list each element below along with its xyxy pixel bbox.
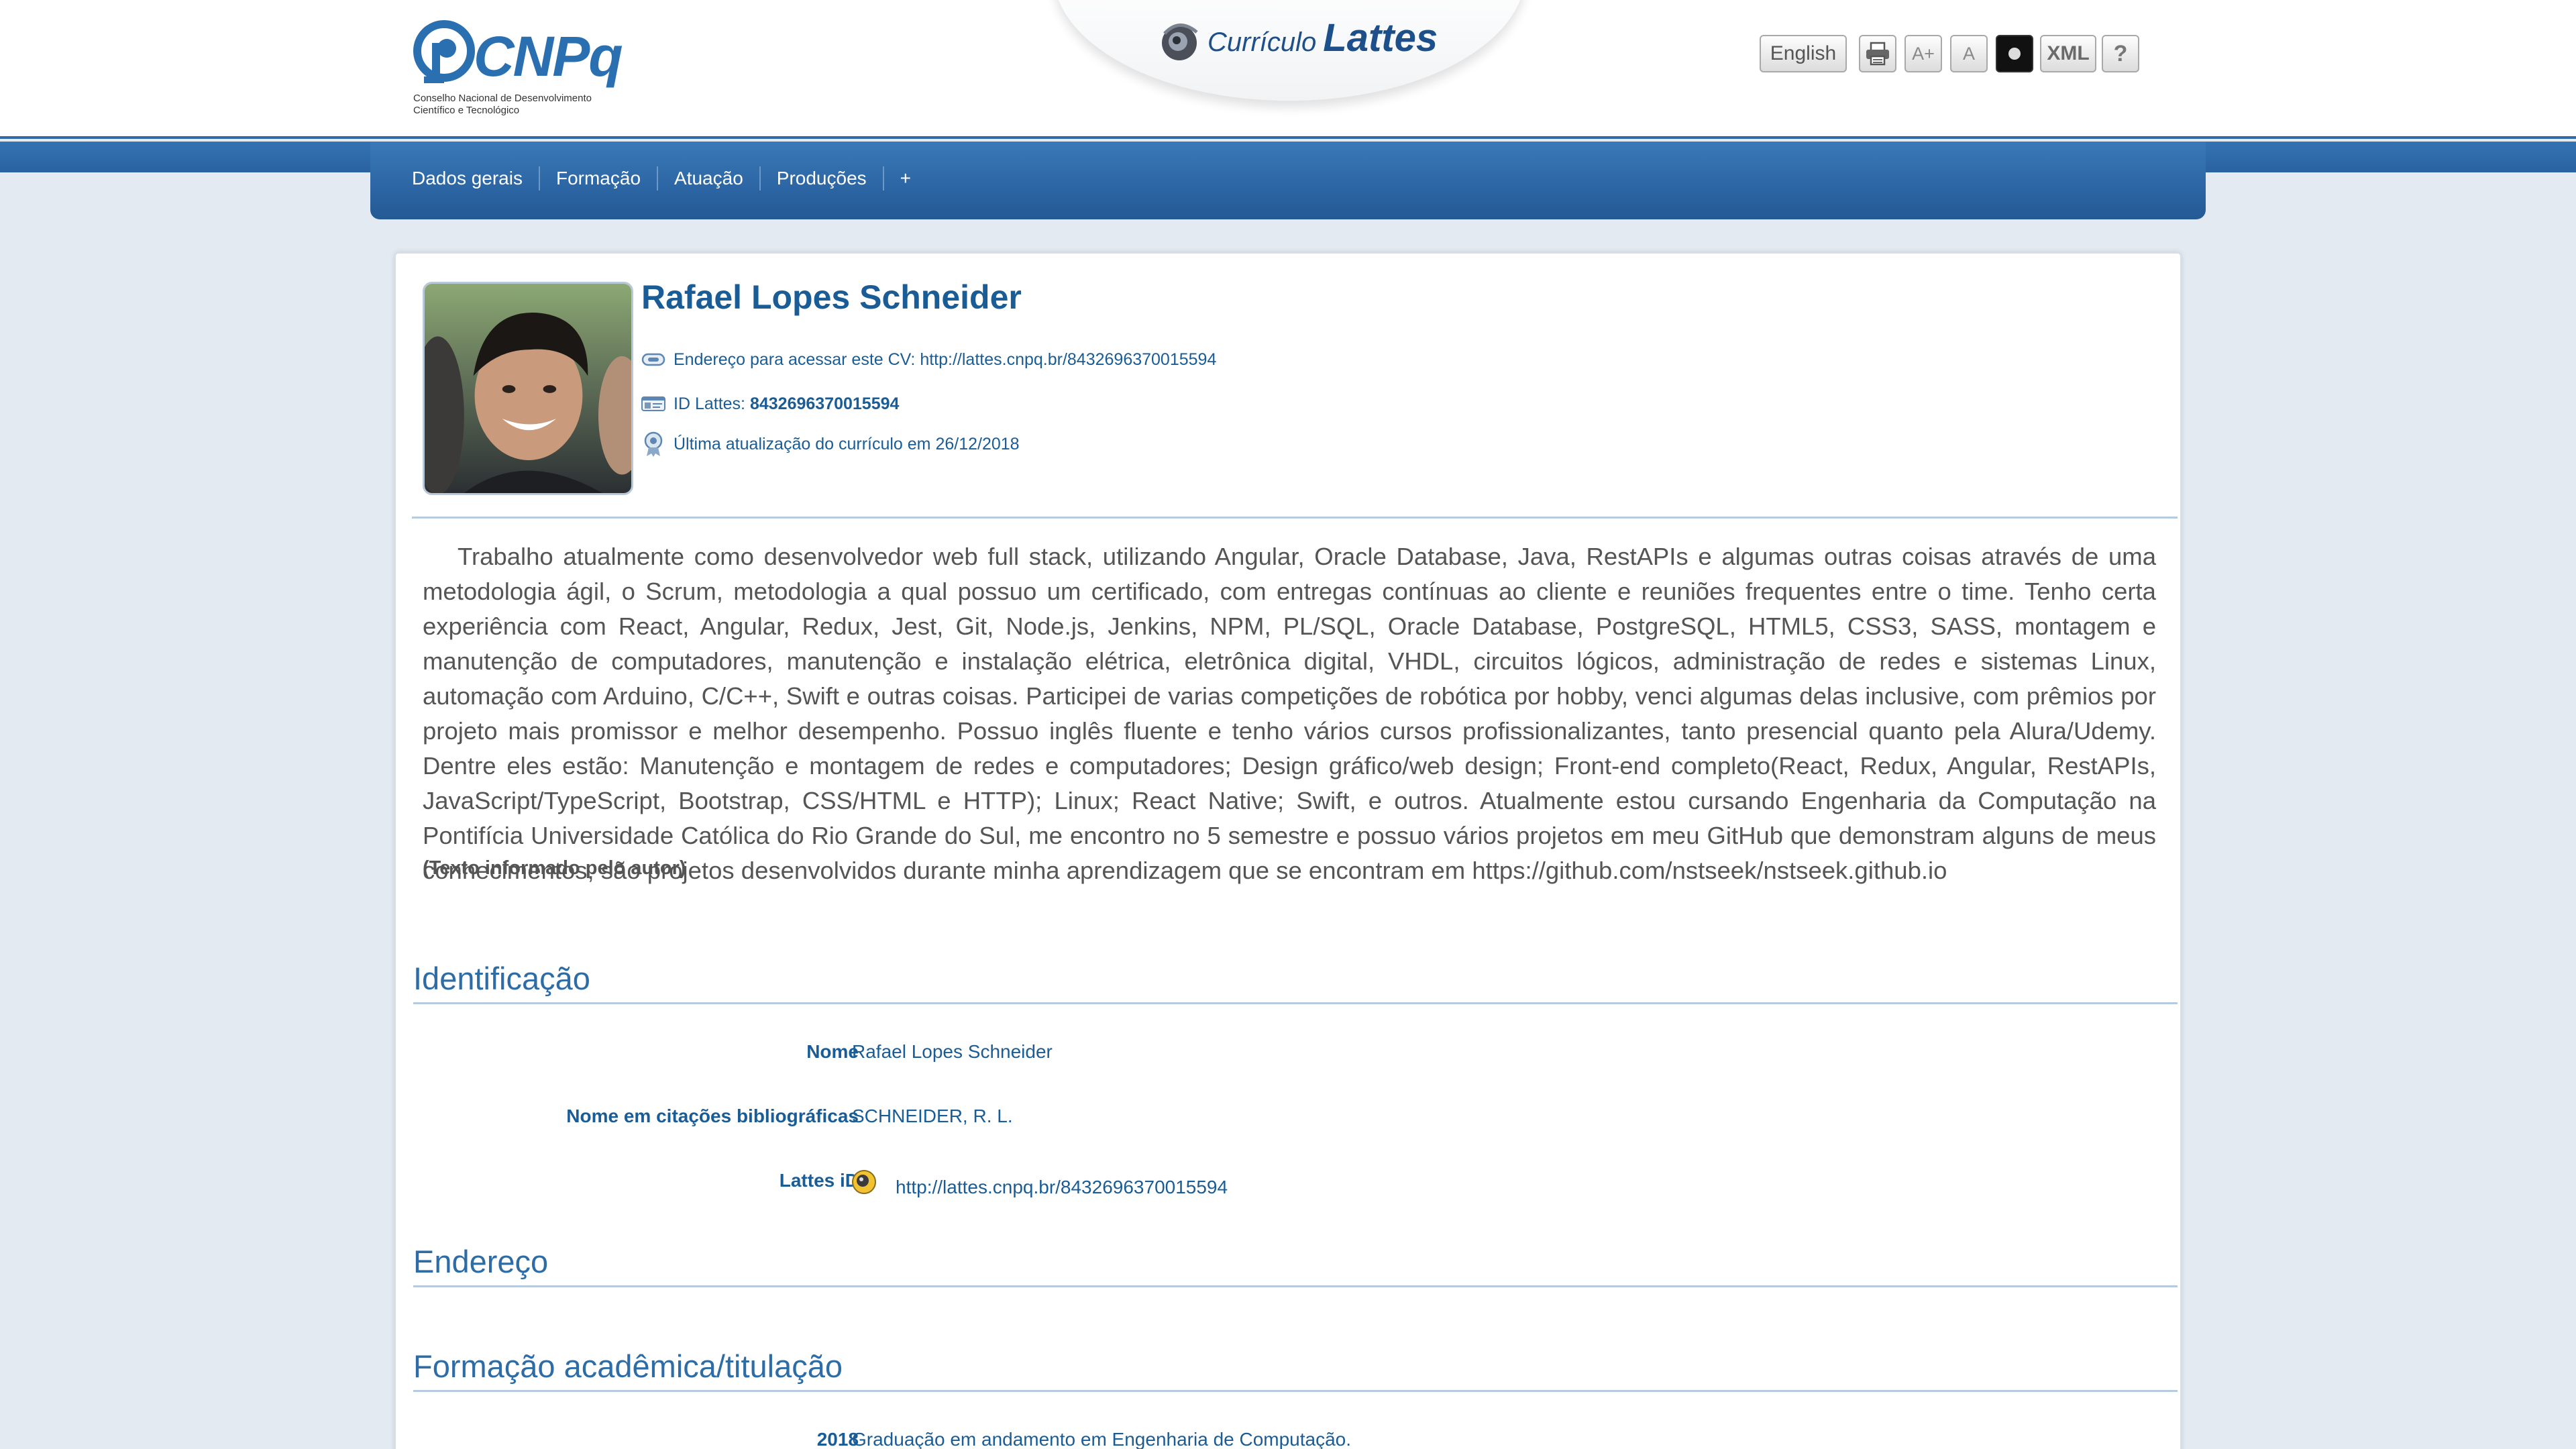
curriculo-lattes-brand: Currículo Lattes [1053, 0, 1525, 101]
id-card-icon [641, 396, 665, 411]
help-label: ? [2113, 40, 2128, 66]
default-font-label: A [1962, 43, 1975, 64]
field-value-nome: Rafael Lopes Schneider [852, 1041, 1053, 1062]
lattes-id-line: ID Lattes: 8432696370015594 [641, 392, 899, 416]
section-identificacao-title: Identificação [413, 959, 2178, 1004]
help-button[interactable]: ? [2102, 35, 2139, 72]
award-icon [644, 431, 663, 457]
last-update-text: Última atualização do currículo em 26/12… [674, 434, 1020, 453]
lattes-id-label: ID Lattes: [674, 394, 750, 413]
nav-corner-right [2206, 172, 2273, 219]
english-button-label: English [1770, 42, 1837, 64]
section-endereco-title: Endereço [413, 1242, 2178, 1287]
logo-subtitle-line1: Conselho Nacional de Desenvolvimento [413, 93, 592, 104]
contrast-button[interactable] [1996, 35, 2033, 72]
page-header: CNPq Conselho Nacional de Desenvolviment… [0, 0, 2576, 139]
increase-font-button[interactable]: A+ [1904, 35, 1942, 72]
nav-items: Dados gerais Formação Atuação Produções … [412, 166, 927, 191]
default-font-button[interactable]: A [1950, 35, 1988, 72]
print-icon [1866, 42, 1889, 66]
nav-item-more[interactable]: + [882, 166, 927, 191]
logo-name: CNPq [474, 25, 623, 88]
formacao-description: Graduação em andamento em Engenharia de … [852, 1429, 1352, 1449]
field-label-lattes-id: Lattes iD [779, 1170, 859, 1191]
increase-font-label: A+ [1912, 43, 1935, 64]
contrast-icon [2008, 48, 2021, 60]
field-value-lattes-id-url[interactable]: http://lattes.cnpq.br/8432696370015594 [896, 1177, 1228, 1198]
brand-text: Currículo Lattes [1208, 19, 1438, 58]
section-formacao-title: Formação acadêmica/titulação [413, 1347, 2178, 1392]
field-label-nome: Nome [806, 1041, 859, 1062]
nav-item-dados-gerais[interactable]: Dados gerais [412, 166, 539, 191]
logo-subtitle-line2: Científico e Tecnológico [413, 105, 520, 116]
person-name: Rafael Lopes Schneider [641, 278, 1022, 316]
nav-corner-left [303, 172, 370, 219]
cv-address-url[interactable]: http://lattes.cnpq.br/8432696370015594 [920, 350, 1216, 369]
print-button[interactable] [1859, 35, 1896, 72]
cv-address-line: Endereço para acessar este CV: http://la… [641, 347, 1216, 372]
profile-photo [423, 282, 633, 495]
curriculum-card: Rafael Lopes Schneider Endereço para ace… [394, 252, 2182, 1449]
xml-label: XML [2047, 42, 2090, 64]
lattes-id-text: ID Lattes: 8432696370015594 [674, 394, 899, 414]
brand-curriculo: Currículo [1208, 28, 1317, 57]
nav-item-formacao[interactable]: Formação [538, 166, 657, 191]
lattes-logo-icon [1162, 23, 1198, 60]
cv-address-label: Endereço para acessar este CV: [674, 350, 920, 369]
english-button[interactable]: English [1760, 35, 1847, 72]
nav-item-producoes[interactable]: Produções [759, 166, 883, 191]
field-label-citation-name: Nome em citações bibliográficas [566, 1106, 859, 1126]
last-update-line: Última atualização do currículo em 26/12… [641, 431, 1020, 457]
cv-address-text[interactable]: Endereço para acessar este CV: http://la… [674, 350, 1216, 370]
brand-lattes: Lattes [1323, 16, 1438, 60]
formacao-year: 2018 [816, 1429, 859, 1449]
cnpq-logo-icon [413, 20, 475, 83]
header-divider [412, 517, 2178, 519]
resume-author-note: (Texto informado pelo autor) [423, 857, 686, 879]
link-icon [641, 353, 665, 366]
nav-item-atuacao[interactable]: Atuação [657, 166, 759, 191]
field-value-citation-name: SCHNEIDER, R. L. [852, 1106, 1013, 1126]
cnpq-logo[interactable]: CNPq Conselho Nacional de Desenvolviment… [412, 19, 627, 119]
logo-subtitle: Conselho Nacional de Desenvolvimento Cie… [413, 93, 628, 117]
lattes-id-value: 8432696370015594 [749, 394, 900, 413]
orcid-style-icon [852, 1170, 876, 1194]
xml-button[interactable]: XML [2040, 35, 2096, 72]
resume-text: Trabalho atualmente como desenvolvedor w… [423, 543, 2156, 884]
